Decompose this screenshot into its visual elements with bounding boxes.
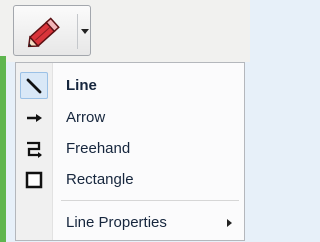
menu-item-label: Freehand <box>66 140 131 157</box>
menu-separator <box>61 200 239 201</box>
chevron-down-icon[interactable] <box>77 14 91 49</box>
menu-item-label: Line Properties <box>66 214 167 231</box>
menu-item-label: Arrow <box>66 109 106 126</box>
arrow-icon <box>27 114 42 122</box>
freehand-icon <box>27 141 42 158</box>
menu-item-rectangle[interactable]: Rectangle <box>16 165 244 195</box>
menu-item-label: Rectangle <box>66 171 134 188</box>
canvas-edge <box>0 56 6 242</box>
line-icon <box>26 78 42 94</box>
menu-item-line-properties[interactable]: Line Properties <box>16 208 244 238</box>
menu-item-freehand[interactable]: Freehand <box>16 134 244 164</box>
draw-tool-button[interactable] <box>13 5 91 56</box>
menu-item-label: Line <box>66 77 97 94</box>
drawing-tool-menu: Line Arrow Freehand Rectangle Line Prope… <box>15 62 245 241</box>
pencil-icon <box>27 17 60 48</box>
annotation-tool-window: Line Arrow Freehand Rectangle Line Prope… <box>0 0 250 242</box>
menu-item-arrow[interactable]: Arrow <box>16 103 244 133</box>
chevron-right-icon <box>227 219 232 227</box>
rectangle-icon <box>25 171 43 189</box>
menu-item-line[interactable]: Line <box>16 71 244 101</box>
